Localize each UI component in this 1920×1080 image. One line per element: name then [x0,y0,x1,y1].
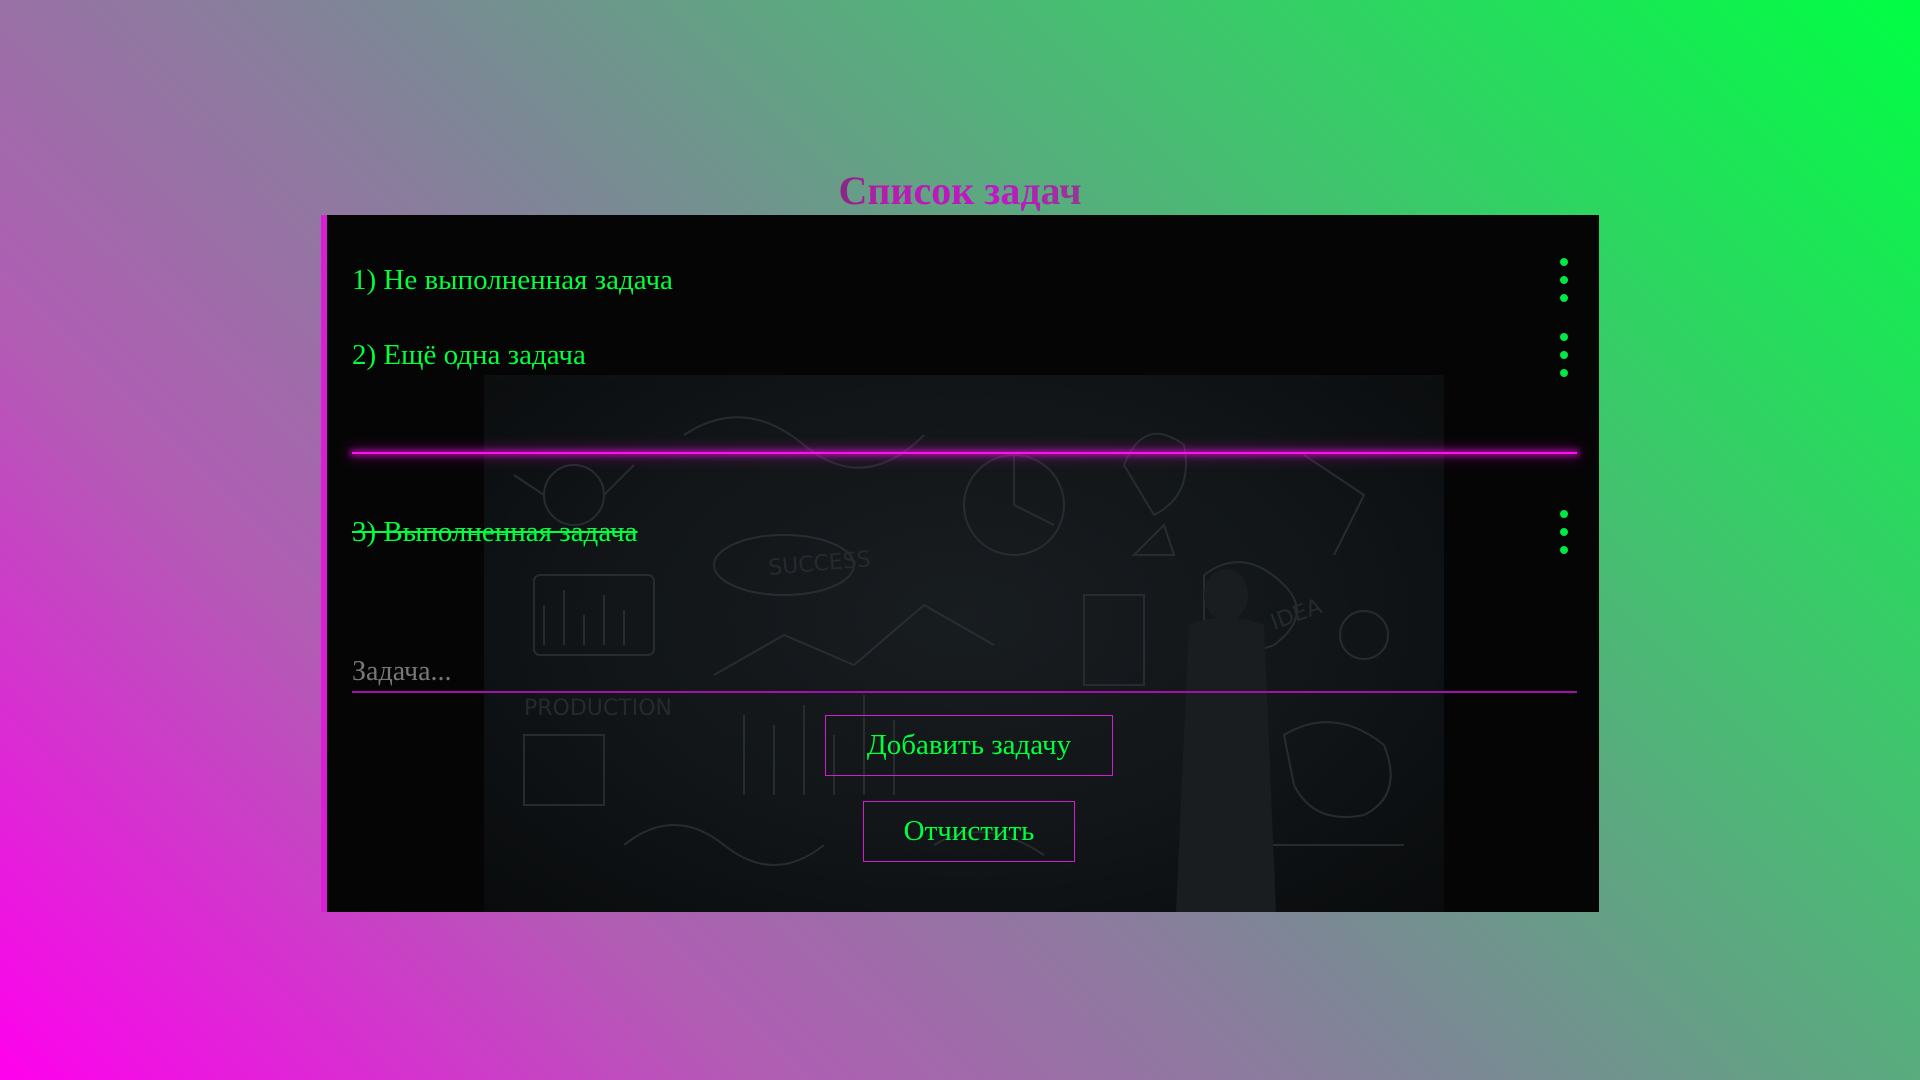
svg-text:PRODUCTION: PRODUCTION [524,696,672,721]
task-label: 2) Ещё одна задача [352,338,586,371]
page-title: Список задач [0,166,1920,216]
clear-button[interactable]: Отчистить [863,801,1075,862]
task-input[interactable] [352,653,1577,691]
task-label: 1) Не выполненная задача [352,263,673,296]
completed-divider [352,452,1577,454]
todo-panel: SUCCESS IDEA PRODUCTION 1) Не выполненна… [321,215,1599,912]
more-vertical-icon[interactable] [1549,510,1579,554]
task-input-wrapper [352,653,1577,693]
more-vertical-icon[interactable] [1549,258,1579,302]
svg-text:IDEA: IDEA [1268,594,1326,635]
add-task-button[interactable]: Добавить задачу [825,715,1113,776]
more-vertical-icon[interactable] [1549,333,1579,377]
task-label: 3) Выполненная задача [352,515,638,548]
task-item-completed[interactable]: 3) Выполненная задача [352,507,1577,557]
task-item[interactable]: 1) Не выполненная задача [352,255,1577,305]
task-item[interactable]: 2) Ещё одна задача [352,330,1577,380]
